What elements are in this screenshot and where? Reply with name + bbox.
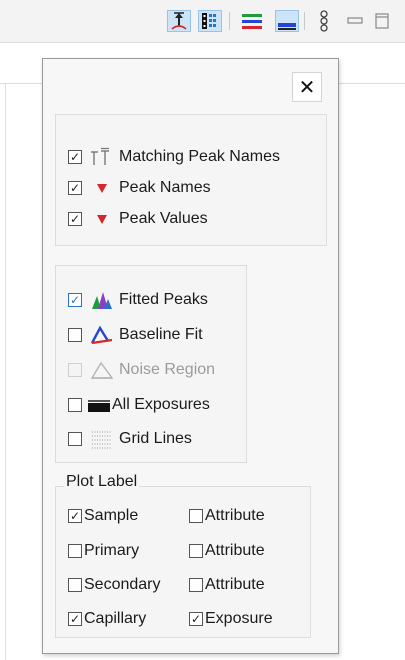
toolbar-divider xyxy=(304,12,305,30)
option-label: Capillary xyxy=(84,610,147,627)
plot-label-capillary[interactable]: ✓ Capillary xyxy=(68,610,146,628)
matching-peak-names-icon xyxy=(91,147,113,167)
plot-label-group: Plot Label ✓ Sample Attribute Primary At… xyxy=(55,473,311,638)
underline-icon[interactable] xyxy=(275,10,299,32)
option-label: Baseline Fit xyxy=(119,326,203,343)
option-all-exposures[interactable]: All Exposures xyxy=(68,393,210,417)
plot-label-title: Plot Label xyxy=(64,473,140,491)
red-triangle-icon xyxy=(91,178,113,198)
baseline-fit-icon xyxy=(91,325,113,345)
plot-label-attribute-2[interactable]: Attribute xyxy=(189,542,265,560)
option-label: Fitted Peaks xyxy=(119,291,208,308)
option-label: Exposure xyxy=(205,610,273,627)
grid-table-icon[interactable] xyxy=(198,10,222,32)
plot-label-attribute-1[interactable]: Attribute xyxy=(189,507,265,525)
plot-label-attribute-3[interactable]: Attribute xyxy=(189,576,265,594)
checkbox[interactable] xyxy=(189,578,203,592)
plot-options-popup: ✕ ✓ Matching Peak Names ✓ Peak Names ✓ P… xyxy=(42,58,339,654)
chain-icon[interactable] xyxy=(312,10,336,32)
checkbox[interactable]: ✓ xyxy=(68,612,82,626)
option-label: All Exposures xyxy=(112,396,210,413)
checkbox[interactable] xyxy=(68,544,82,558)
plot-layers-group: ✓ Fitted Peaks Baseline Fit Noise Region… xyxy=(55,265,247,463)
checkbox[interactable]: ✓ xyxy=(68,509,82,523)
option-label: Peak Values xyxy=(119,210,208,227)
option-label: Peak Names xyxy=(119,179,211,196)
option-label: Noise Region xyxy=(119,361,216,378)
toolbar-divider xyxy=(229,12,230,30)
option-peak-values[interactable]: ✓ Peak Values xyxy=(68,207,208,231)
checkbox[interactable] xyxy=(68,328,82,342)
checkbox xyxy=(68,363,82,377)
option-baseline-fit[interactable]: Baseline Fit xyxy=(68,323,203,347)
grid-lines-icon xyxy=(91,429,113,449)
view-edge xyxy=(0,84,6,660)
option-label: Attribute xyxy=(205,507,265,524)
minimize-icon[interactable] xyxy=(343,10,367,32)
option-label: Primary xyxy=(84,542,140,559)
checkbox[interactable]: ✓ xyxy=(68,150,82,164)
fitted-peaks-icon xyxy=(91,290,113,310)
option-label: Attribute xyxy=(205,576,265,593)
option-label: Matching Peak Names xyxy=(119,148,280,165)
checkbox[interactable] xyxy=(189,509,203,523)
checkbox[interactable]: ✓ xyxy=(189,612,203,626)
peak-labels-group: ✓ Matching Peak Names ✓ Peak Names ✓ Pea… xyxy=(55,114,327,246)
plot-label-sample[interactable]: ✓ Sample xyxy=(68,507,138,525)
option-fitted-peaks[interactable]: ✓ Fitted Peaks xyxy=(68,288,208,312)
checkbox[interactable] xyxy=(68,398,82,412)
noise-region-icon xyxy=(91,360,113,380)
checkbox[interactable] xyxy=(68,432,82,446)
option-grid-lines[interactable]: Grid Lines xyxy=(68,427,192,451)
option-label: Sample xyxy=(84,507,139,524)
checkbox[interactable] xyxy=(68,578,82,592)
plot-label-exposure[interactable]: ✓ Exposure xyxy=(189,610,273,628)
plot-label-secondary[interactable]: Secondary xyxy=(68,576,161,594)
option-label: Attribute xyxy=(205,542,265,559)
toolbar xyxy=(0,0,405,42)
red-triangle-icon xyxy=(91,209,113,229)
checkbox[interactable]: ✓ xyxy=(68,212,82,226)
colored-lines-icon[interactable] xyxy=(240,10,264,32)
close-button[interactable]: ✕ xyxy=(292,72,322,102)
checkbox[interactable]: ✓ xyxy=(68,181,82,195)
close-icon: ✕ xyxy=(298,76,316,99)
option-label: Secondary xyxy=(84,576,161,593)
peak-marker-icon[interactable] xyxy=(167,10,191,32)
maximize-icon[interactable] xyxy=(370,10,394,32)
option-peak-names[interactable]: ✓ Peak Names xyxy=(68,176,211,200)
option-label: Grid Lines xyxy=(119,430,192,447)
all-exposures-icon xyxy=(88,395,110,415)
checkbox[interactable]: ✓ xyxy=(68,293,82,307)
option-matching-peak-names[interactable]: ✓ Matching Peak Names xyxy=(68,145,280,169)
checkbox[interactable] xyxy=(189,544,203,558)
plot-label-primary[interactable]: Primary xyxy=(68,542,139,560)
option-noise-region: Noise Region xyxy=(68,358,215,382)
